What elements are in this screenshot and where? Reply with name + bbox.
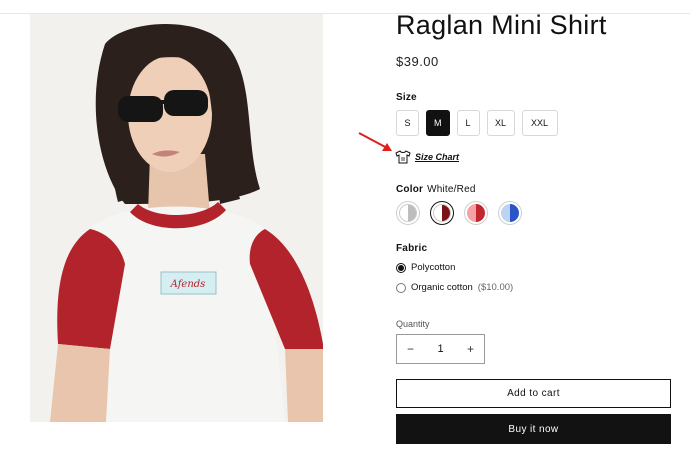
color-selected-name: White/Red (427, 184, 476, 195)
color-swatches (396, 201, 522, 225)
color-label-text: Color (396, 184, 424, 195)
radio-button[interactable] (396, 282, 406, 293)
color-swatch-pink-red[interactable] (464, 201, 488, 225)
product-image[interactable]: Afends (30, 14, 323, 422)
size-chart-link[interactable]: Size Chart (395, 150, 459, 164)
shirt-patch-text: Afends (170, 279, 206, 290)
size-option-s[interactable]: S (396, 110, 419, 136)
shirt-icon (395, 150, 411, 164)
fabric-option-extra-price: ($10.00) (477, 282, 514, 293)
quantity-value[interactable]: 1 (437, 343, 443, 355)
product-title: Raglan Mini Shirt (396, 10, 607, 40)
add-to-cart-button[interactable]: Add to cart (396, 379, 671, 408)
size-selector: S M L XL XXL (396, 110, 558, 136)
color-swatch-lightblue-blue[interactable] (498, 201, 522, 225)
product-price: $39.00 (396, 54, 439, 69)
annotation-arrow-icon (358, 132, 392, 151)
quantity-label: Quantity (396, 319, 430, 329)
fabric-option-label: Polycotton (411, 262, 456, 273)
radio-button-checked[interactable] (396, 262, 406, 273)
fabric-option-polycotton[interactable]: Polycotton (396, 262, 455, 273)
size-option-xxl[interactable]: XXL (521, 110, 558, 136)
quantity-stepper: − 1 + (396, 334, 485, 364)
quantity-decrement-button[interactable]: − (407, 342, 414, 356)
color-swatch-white-red[interactable] (430, 201, 454, 225)
quantity-increment-button[interactable]: + (467, 342, 474, 356)
buy-now-button[interactable]: Buy it now (396, 414, 671, 444)
fabric-label: Fabric (396, 243, 428, 254)
fabric-option-organic-cotton[interactable]: Organic cotton ($10.00) (396, 282, 513, 293)
color-label: Color White/Red (396, 184, 476, 195)
size-option-xl[interactable]: XL (486, 110, 515, 136)
size-option-m[interactable]: M (426, 110, 450, 136)
color-swatch-white-grey[interactable] (396, 201, 420, 225)
size-option-l[interactable]: L (456, 110, 480, 136)
size-chart-label[interactable]: Size Chart (415, 152, 459, 162)
size-label: Size (396, 92, 417, 103)
fabric-option-label: Organic cotton (411, 282, 473, 293)
